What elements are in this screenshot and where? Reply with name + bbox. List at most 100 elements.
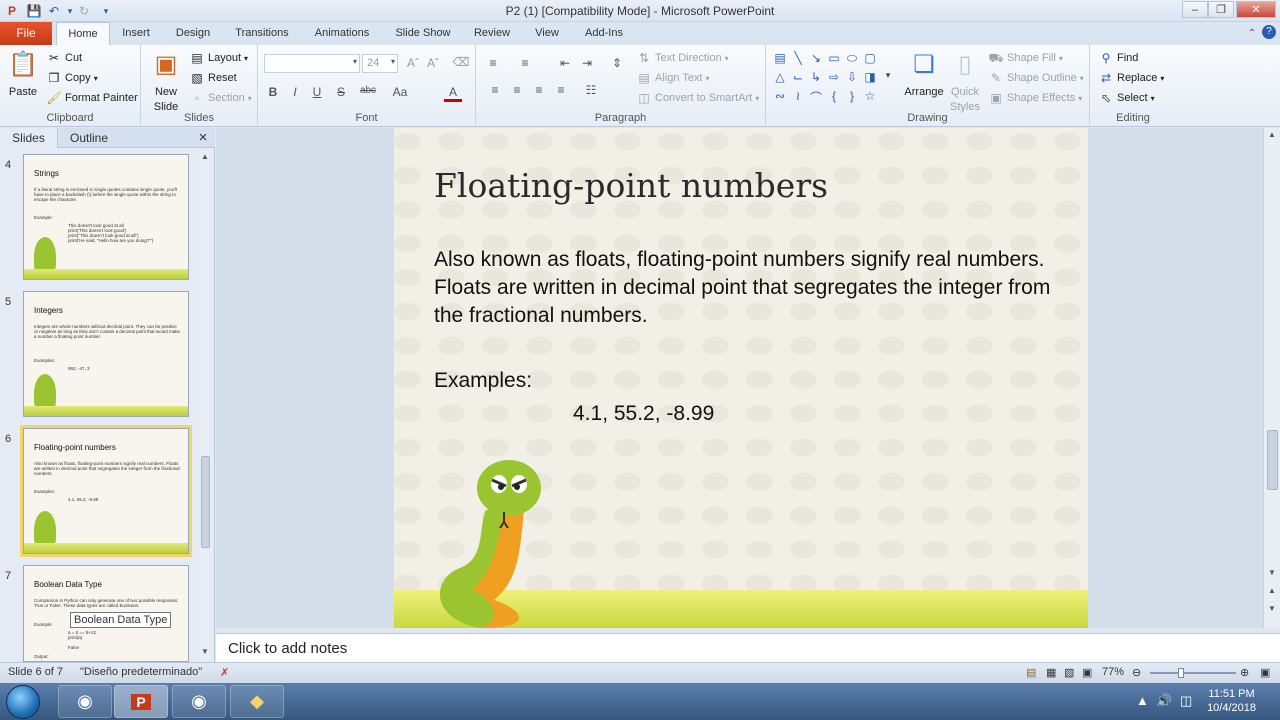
zoom-level[interactable]: 77% xyxy=(1102,666,1124,678)
tray-show-hidden-icon[interactable]: ▲ xyxy=(1136,693,1149,708)
zoom-out-icon[interactable]: ⊖ xyxy=(1132,666,1141,679)
slideshow-view-icon[interactable]: ▣ xyxy=(1082,666,1092,679)
textbox-shape-icon[interactable]: ▤ xyxy=(772,51,788,65)
freeform-shape-icon[interactable]: ∾ xyxy=(772,89,788,103)
callout-shape-icon[interactable]: ◨ xyxy=(862,70,878,84)
strikethrough-button[interactable]: S xyxy=(332,85,350,99)
new-slide-button[interactable]: ▣ New Slide xyxy=(147,49,185,113)
select-button[interactable]: ⬁ Select ▾ xyxy=(1098,90,1155,106)
notes-pane[interactable]: Click to add notes xyxy=(216,633,1280,662)
zoom-slider[interactable] xyxy=(1150,672,1236,674)
tab-home[interactable]: Home xyxy=(56,22,110,45)
next-slide-icon[interactable]: ▼ xyxy=(1268,604,1276,613)
help-icon[interactable]: ? xyxy=(1262,25,1276,39)
reading-view-icon[interactable]: ▧ xyxy=(1064,666,1074,679)
rounded-rectangle-shape-icon[interactable]: ▢ xyxy=(862,51,878,65)
line-spacing-icon[interactable]: ⇕ xyxy=(608,56,626,70)
right-brace-shape-icon[interactable]: } xyxy=(844,89,860,103)
curve-shape-icon[interactable]: ≀ xyxy=(790,89,806,103)
fit-to-window-icon[interactable]: ▣ xyxy=(1260,666,1270,679)
taskbar-app-1[interactable]: ◉ xyxy=(58,685,112,718)
triangle-shape-icon[interactable]: △ xyxy=(772,70,788,84)
replace-button[interactable]: ⇄ Replace ▾ xyxy=(1098,70,1164,86)
tab-slides-pane[interactable]: Slides xyxy=(0,128,58,148)
slide-sorter-icon[interactable]: ▦ xyxy=(1046,666,1056,679)
convert-smartart-button[interactable]: ◫ Convert to SmartArt ▾ xyxy=(636,90,759,106)
network-icon[interactable]: ◫ xyxy=(1180,693,1192,709)
change-case-button[interactable]: Aa xyxy=(386,85,414,99)
scrollbar-thumb[interactable] xyxy=(1267,430,1278,490)
underline-button[interactable]: U xyxy=(308,85,326,99)
quick-styles-button[interactable]: ▯ Quick Styles xyxy=(946,49,984,113)
minimize-ribbon-icon[interactable]: ⌃ xyxy=(1244,26,1260,42)
clear-formatting-icon[interactable]: ⌫ xyxy=(452,55,470,69)
tab-transitions[interactable]: Transitions xyxy=(228,22,296,45)
taskbar-powerpoint[interactable]: P xyxy=(114,685,168,718)
scroll-down-icon[interactable]: ▼ xyxy=(201,647,209,656)
scroll-up-icon[interactable]: ▲ xyxy=(1268,130,1276,139)
reset-button[interactable]: ▧ Reset xyxy=(189,70,236,86)
tab-review[interactable]: Review xyxy=(468,22,516,45)
decrease-indent-icon[interactable]: ⇤ xyxy=(556,56,574,70)
down-arrow-shape-icon[interactable]: ⇩ xyxy=(844,70,860,84)
minimize-button[interactable]: – xyxy=(1182,1,1208,18)
volume-icon[interactable]: 🔊 xyxy=(1156,693,1172,709)
tab-animations[interactable]: Animations xyxy=(306,22,378,45)
taskbar-python[interactable]: ◆ xyxy=(230,685,284,718)
tab-file[interactable]: File xyxy=(0,22,52,45)
paste-button[interactable]: 📋 Paste xyxy=(6,49,40,98)
arrange-button[interactable]: ❏ Arrange xyxy=(902,49,946,98)
left-brace-shape-icon[interactable]: { xyxy=(826,89,842,103)
font-color-button[interactable]: A xyxy=(444,85,462,102)
slide-examples-values[interactable]: 4.1, 55.2, -8.99 xyxy=(573,402,714,426)
star-shape-icon[interactable]: ☆ xyxy=(862,89,878,103)
shape-effects-button[interactable]: ▣ Shape Effects ▾ xyxy=(988,90,1082,106)
shape-fill-button[interactable]: ⛟ Shape Fill ▾ xyxy=(988,50,1063,66)
scrollbar-thumb[interactable] xyxy=(201,456,210,548)
close-button[interactable]: ✕ xyxy=(1236,1,1276,18)
align-center-icon[interactable]: ≡ xyxy=(508,83,526,97)
tab-slide-show[interactable]: Slide Show xyxy=(390,22,456,45)
text-direction-button[interactable]: ⇅ Text Direction ▾ xyxy=(636,50,729,66)
zoom-in-icon[interactable]: ⊕ xyxy=(1240,666,1249,679)
start-button[interactable] xyxy=(6,685,40,719)
character-spacing-button[interactable]: abc xyxy=(354,85,382,96)
increase-indent-icon[interactable]: ⇥ xyxy=(578,56,596,70)
align-right-icon[interactable]: ≡ xyxy=(530,83,548,97)
clock[interactable]: 11:51 PM 10/4/2018 xyxy=(1207,687,1256,715)
slide-thumbnail-6-selected[interactable]: Floating-point numbers Also known as flo… xyxy=(20,425,192,557)
spellcheck-icon[interactable]: ✗ xyxy=(220,666,229,679)
slide-title[interactable]: Floating-point numbers xyxy=(434,166,828,205)
oval-shape-icon[interactable]: ⬭ xyxy=(844,51,860,66)
theme-name[interactable]: "Diseño predeterminado" xyxy=(80,666,202,678)
arc-shape-icon[interactable]: ⌒ xyxy=(808,89,824,106)
scroll-down-icon[interactable]: ▼ xyxy=(1268,568,1276,577)
cut-button[interactable]: ✂ Cut xyxy=(46,50,82,66)
slide-thumbnail-4[interactable]: Strings If a literal string is enclosed … xyxy=(23,154,189,280)
shrink-font-icon[interactable]: Aˇ xyxy=(424,56,442,70)
scroll-up-icon[interactable]: ▲ xyxy=(201,152,209,161)
slide-scrollbar[interactable]: ▲ ▼ ▲ ▼ xyxy=(1263,128,1280,628)
align-left-icon[interactable]: ≡ xyxy=(486,83,504,97)
tab-outline-pane[interactable]: Outline xyxy=(58,128,120,148)
maximize-button[interactable]: ❐ xyxy=(1208,1,1234,18)
layout-button[interactable]: ▤ Layout ▾ xyxy=(189,50,248,66)
arrow-line-shape-icon[interactable]: ↘ xyxy=(808,51,824,65)
right-arrow-shape-icon[interactable]: ⇨ xyxy=(826,70,842,84)
slide-examples-label[interactable]: Examples: xyxy=(434,369,532,393)
tab-add-ins[interactable]: Add-Ins xyxy=(578,22,630,45)
tab-design[interactable]: Design xyxy=(170,22,216,45)
copy-button[interactable]: ❐ Copy ▾ xyxy=(46,70,98,86)
justify-icon[interactable]: ≡ xyxy=(552,83,570,97)
section-button[interactable]: ▫ Section ▾ xyxy=(189,90,252,106)
italic-button[interactable]: I xyxy=(286,85,304,99)
zoom-slider-handle[interactable] xyxy=(1178,668,1184,678)
notes-placeholder[interactable]: Click to add notes xyxy=(228,640,347,657)
more-shapes-icon[interactable]: ▾ xyxy=(880,70,896,81)
numbering-icon[interactable]: ≡ xyxy=(516,56,534,70)
normal-view-icon[interactable]: ▤ xyxy=(1026,666,1036,679)
slide-body-text[interactable]: Also known as floats, floating-point num… xyxy=(434,246,1054,330)
grow-font-icon[interactable]: Aˆ xyxy=(404,56,422,70)
rectangle-shape-icon[interactable]: ▭ xyxy=(826,51,842,65)
bold-button[interactable]: B xyxy=(264,85,282,99)
